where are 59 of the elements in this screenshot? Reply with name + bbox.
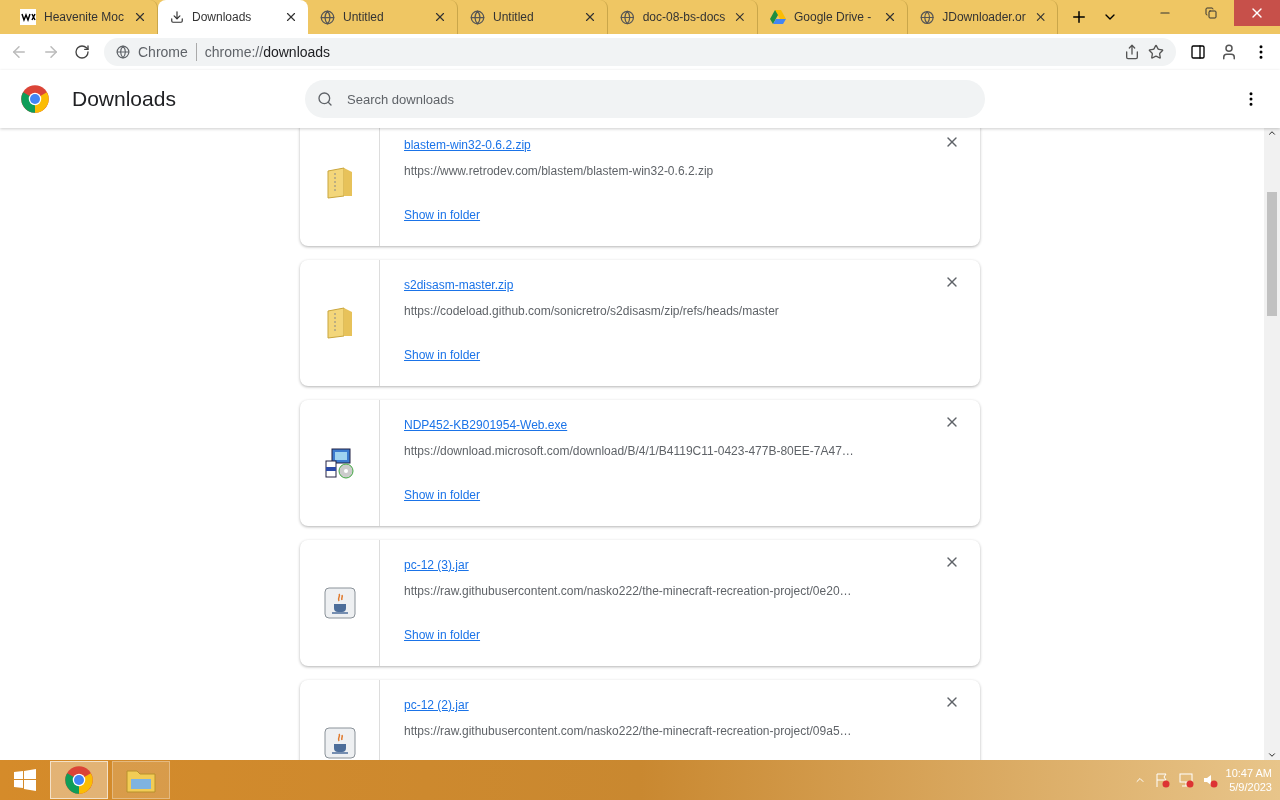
zip-folder-icon bbox=[325, 307, 354, 339]
show-in-folder-link[interactable]: Show in folder bbox=[404, 348, 481, 362]
show-in-folder-link[interactable]: Show in folder bbox=[404, 208, 481, 222]
globe-icon bbox=[620, 9, 635, 25]
close-tab-icon[interactable] bbox=[733, 10, 747, 24]
drive-logo-icon bbox=[770, 10, 786, 24]
url-text: chrome://downloads bbox=[204, 44, 331, 60]
source-url: https://codeload.github.com/sonicretro/s2disasm/zip/refs/heads/master bbox=[404, 304, 780, 318]
file-name-link[interactable]: NDP452-KB2901954-Web.exe bbox=[404, 418, 568, 432]
close-tab-icon[interactable] bbox=[883, 10, 897, 24]
scrollbar[interactable] bbox=[1264, 128, 1280, 760]
zip-folder-icon bbox=[325, 167, 354, 199]
java-coffee-icon bbox=[323, 587, 356, 619]
close-tab-icon[interactable] bbox=[133, 10, 147, 24]
side-panel-icon[interactable] bbox=[1190, 44, 1206, 60]
java-coffee-icon bbox=[323, 727, 356, 759]
windows-start-icon[interactable] bbox=[14, 769, 36, 791]
source-url: https://raw.githubusercontent.com/nasko222/the-minecraft-recreation-project/09a5… bbox=[404, 724, 853, 738]
globe-icon bbox=[320, 9, 335, 25]
globe-icon bbox=[920, 9, 935, 25]
file-name-link[interactable]: pc-12 (3).jar bbox=[404, 558, 469, 572]
flag-icon[interactable] bbox=[1153, 772, 1170, 788]
installer-icon bbox=[323, 447, 356, 479]
close-tab-icon[interactable] bbox=[284, 10, 298, 24]
globe-icon bbox=[470, 9, 485, 25]
share-icon[interactable] bbox=[1124, 44, 1140, 60]
file-name-link[interactable]: pc-12 (2).jar bbox=[404, 698, 469, 712]
chrome-logo-icon bbox=[64, 765, 94, 795]
reload-icon[interactable] bbox=[74, 44, 90, 60]
restore-icon bbox=[1205, 7, 1217, 19]
file-name-link[interactable]: s2disasm-master.zip bbox=[404, 278, 514, 292]
address-bar[interactable]: Chrome chrome://downloads bbox=[104, 38, 1176, 66]
wix-logo-icon bbox=[20, 9, 36, 25]
page-title: Downloads bbox=[72, 87, 177, 111]
site-label: Chrome bbox=[138, 44, 188, 60]
show-in-folder-link[interactable]: Show in folder bbox=[404, 628, 481, 642]
scrollbar-thumb[interactable] bbox=[1267, 192, 1277, 316]
profile-icon[interactable] bbox=[1220, 43, 1238, 61]
site-info-icon[interactable] bbox=[116, 45, 130, 59]
show-in-folder-link[interactable]: Show in folder bbox=[404, 488, 481, 502]
search-icon bbox=[317, 91, 333, 107]
scroll-up-icon[interactable] bbox=[1267, 128, 1277, 138]
taskbar-app[interactable] bbox=[50, 761, 108, 799]
source-url: https://raw.githubusercontent.com/nasko222/the-minecraft-recreation-project/0e20… bbox=[404, 584, 853, 598]
source-url: https://www.retrodev.com/blastem/blastem-win32-0.6.2.zip bbox=[404, 164, 715, 178]
search-field[interactable]: Search downloads bbox=[305, 80, 985, 118]
close-tab-icon[interactable] bbox=[433, 10, 447, 24]
speaker-muted-icon[interactable] bbox=[1201, 772, 1218, 788]
chrome-logo-icon bbox=[20, 84, 50, 114]
file-name-link[interactable]: blastem-win32-0.6.2.zip bbox=[404, 138, 531, 152]
browser-tab[interactable]: Downloads bbox=[158, 0, 308, 34]
new-tab-icon[interactable] bbox=[1070, 8, 1088, 26]
bookmark-star-icon[interactable] bbox=[1148, 44, 1164, 60]
close-tab-icon[interactable] bbox=[583, 10, 597, 24]
scroll-down-icon[interactable] bbox=[1267, 750, 1277, 760]
network-icon[interactable] bbox=[1177, 772, 1194, 788]
folder-icon bbox=[126, 767, 156, 793]
download-icon bbox=[170, 10, 184, 24]
source-url: https://download.microsoft.com/download/B/4/1/B4119C11-0423-477B-80EE-7A47… bbox=[404, 444, 855, 458]
